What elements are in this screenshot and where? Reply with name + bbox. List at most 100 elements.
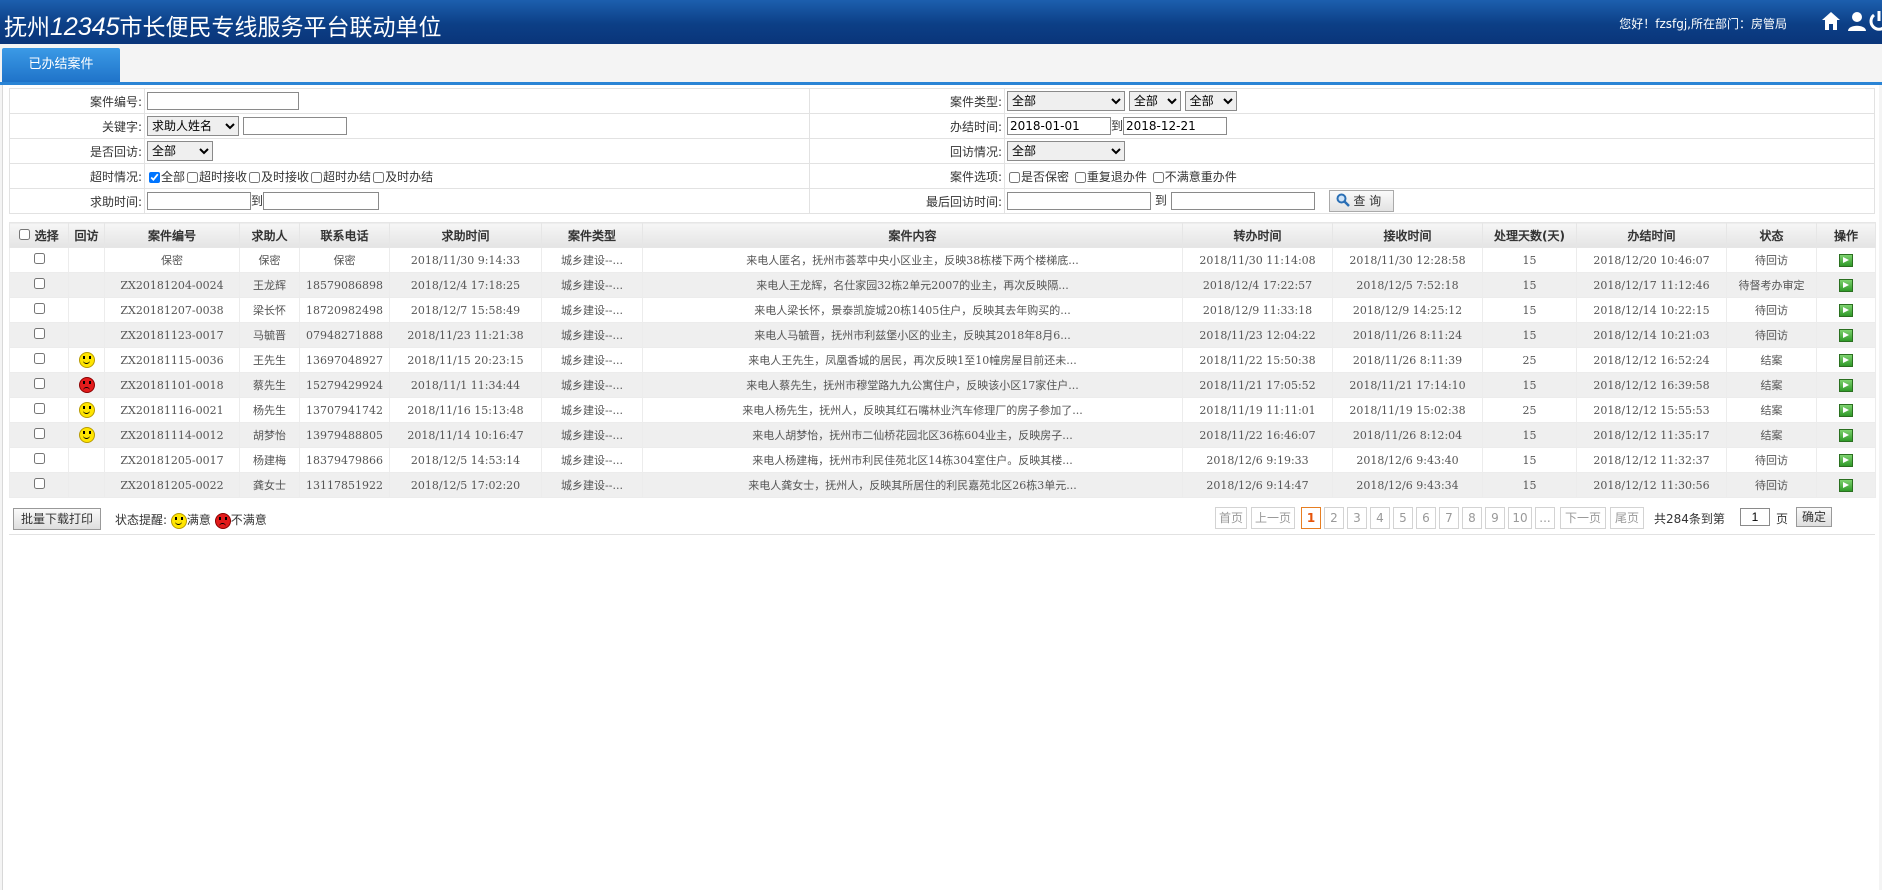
cell-type: 城乡建设--... [541, 247, 643, 273]
overtime-late-finish-checkbox[interactable] [311, 171, 323, 183]
row-checkbox[interactable] [33, 328, 45, 339]
overtime-all-checkbox[interactable] [149, 171, 160, 183]
pager-page[interactable]: 3 [1347, 507, 1367, 529]
action-cell [1816, 347, 1876, 373]
pager-page[interactable]: 6 [1416, 507, 1436, 529]
table-row[interactable]: ZX20181116-0021 杨先生 13707941742 2018/11/16 … [9, 397, 1876, 423]
last-revisit-to-input[interactable] [1170, 192, 1315, 210]
pager-page[interactable]: 10 [1508, 507, 1532, 529]
table-row[interactable]: ZX20181204-0024 王龙辉 18579086898 2018/12/4 1… [9, 272, 1876, 298]
view-case-icon[interactable] [1839, 253, 1853, 267]
table-row[interactable]: 保密 保密 保密 2018/11/30 9:14:33 城乡建设--... 来电人匿名，抚… [9, 247, 1876, 273]
revisit-cell [68, 422, 105, 448]
pager-page[interactable]: 5 [1393, 507, 1413, 529]
view-case-icon[interactable] [1839, 478, 1853, 492]
table-row[interactable]: ZX20181123-0017 马毓晋 07948271888 2018/11/23 … [9, 322, 1876, 348]
overtime-late-receive-checkbox[interactable] [187, 171, 199, 183]
header-status: 状态 [1726, 222, 1817, 248]
pager-page[interactable]: 4 [1370, 507, 1390, 529]
revisit-cell [68, 247, 105, 273]
pager-next[interactable]: 下一页 [1560, 507, 1606, 529]
batch-download-button[interactable]: 批量下载打印 [13, 508, 102, 530]
select-all-checkbox[interactable] [19, 228, 31, 240]
row-checkbox[interactable] [33, 403, 45, 414]
pager-page[interactable]: 7 [1439, 507, 1459, 529]
case-no-input[interactable] [147, 92, 299, 110]
pager-page[interactable]: ... [1535, 507, 1555, 529]
view-case-icon[interactable] [1839, 353, 1853, 367]
overtime-ontime-finish-checkbox[interactable] [373, 171, 385, 183]
view-case-icon[interactable] [1839, 428, 1853, 442]
home-icon[interactable] [1820, 10, 1842, 32]
row-checkbox[interactable] [33, 428, 45, 439]
view-case-icon[interactable] [1839, 303, 1853, 317]
cell-person: 胡梦怡 [239, 422, 300, 448]
cell-phone: 13697048927 [299, 347, 390, 373]
view-case-icon[interactable] [1839, 403, 1853, 417]
app-header: 抚州12345市长便民专线服务平台联动单位 您好！fzsfgj,所在部门：房管局 [0, 0, 1882, 44]
revisit-cell [68, 297, 105, 323]
pager-page[interactable]: 2 [1324, 507, 1344, 529]
pager-first[interactable]: 首页 [1215, 507, 1247, 529]
app-title: 抚州12345市长便民专线服务平台联动单位 [4, 13, 442, 41]
revisit-status-select[interactable]: 全部 [1007, 141, 1125, 161]
unsatisfied-redo-checkbox[interactable] [1152, 171, 1164, 183]
tab-finished-cases[interactable]: 已办结案件 [2, 48, 120, 82]
table-row[interactable]: ZX20181205-0017 杨建梅 18379479866 2018/12/5 1… [9, 447, 1876, 473]
help-to-input[interactable] [263, 192, 380, 211]
cell-transfer: 2018/11/19 11:11:01 [1182, 397, 1333, 423]
power-icon[interactable] [1868, 10, 1882, 32]
repeat-return-checkbox[interactable] [1074, 171, 1086, 183]
page-input[interactable] [1740, 508, 1770, 526]
help-from-input[interactable] [147, 192, 251, 211]
revisit-cell [68, 472, 105, 498]
pager-prev[interactable]: 上一页 [1251, 507, 1295, 529]
pager-page[interactable]: 1 [1301, 507, 1321, 529]
table-row[interactable]: ZX20181101-0018 蔡先生 15279429924 2018/11/1 1… [9, 372, 1876, 398]
page-go-button[interactable]: 确定 [1796, 507, 1833, 527]
action-cell [1816, 372, 1876, 398]
finish-from-input[interactable] [1007, 117, 1111, 136]
view-case-icon[interactable] [1839, 328, 1853, 342]
cell-type: 城乡建设--... [541, 322, 643, 348]
keyword-field-select[interactable]: 求助人姓名 [147, 116, 239, 136]
finish-to-input[interactable] [1123, 117, 1228, 136]
table-row[interactable]: ZX20181115-0036 王先生 13697048927 2018/11/15 … [9, 347, 1876, 373]
row-checkbox[interactable] [33, 253, 45, 264]
table-row[interactable]: ZX20181205-0022 龚女士 13117851922 2018/12/5 1… [9, 472, 1876, 498]
pager-page[interactable]: 9 [1485, 507, 1505, 529]
cell-no: ZX20181205-0022 [104, 472, 240, 498]
row-checkbox[interactable] [33, 303, 45, 314]
pager-last[interactable]: 尾页 [1610, 507, 1644, 529]
case-type-select-2[interactable]: 全部 [1128, 91, 1181, 111]
keyword-input[interactable] [242, 117, 347, 135]
cell-status: 结案 [1726, 347, 1817, 373]
row-checkbox[interactable] [33, 278, 45, 289]
revisit-select[interactable]: 全部 [147, 141, 213, 161]
view-case-icon[interactable] [1839, 278, 1853, 292]
cell-finish: 2018/12/17 11:12:46 [1576, 272, 1727, 298]
table-row[interactable]: ZX20181114-0012 胡梦怡 13979488805 2018/11/14 … [9, 422, 1876, 448]
overtime-ontime-receive-checkbox[interactable] [249, 171, 261, 183]
case-type-select-1[interactable]: 全部 [1007, 91, 1125, 111]
action-cell [1816, 272, 1876, 298]
view-case-icon[interactable] [1839, 378, 1853, 392]
user-icon[interactable] [1846, 10, 1868, 32]
header-action: 操作 [1816, 222, 1876, 248]
case-type-label: 案件类型: [809, 88, 1005, 114]
cell-content: 来电人胡梦怡，抚州市二仙桥花园北区36栋604业主，反映房子... [642, 422, 1183, 448]
cell-transfer: 2018/12/6 9:19:33 [1182, 447, 1333, 473]
view-case-icon[interactable] [1839, 453, 1853, 467]
case-type-select-3[interactable]: 全部 [1184, 91, 1237, 111]
row-checkbox[interactable] [33, 478, 45, 489]
secret-checkbox[interactable] [1009, 171, 1020, 183]
last-revisit-from-input[interactable] [1007, 192, 1151, 210]
cell-days: 15 [1482, 272, 1577, 298]
pager-page[interactable]: 8 [1462, 507, 1482, 529]
cell-transfer: 2018/11/23 12:04:22 [1182, 322, 1333, 348]
query-button[interactable]: 查 询 [1328, 190, 1395, 212]
row-checkbox[interactable] [33, 353, 45, 364]
table-row[interactable]: ZX20181207-0038 梁长怀 18720982498 2018/12/7 1… [9, 297, 1876, 323]
row-checkbox[interactable] [33, 378, 45, 389]
row-checkbox[interactable] [33, 453, 45, 464]
